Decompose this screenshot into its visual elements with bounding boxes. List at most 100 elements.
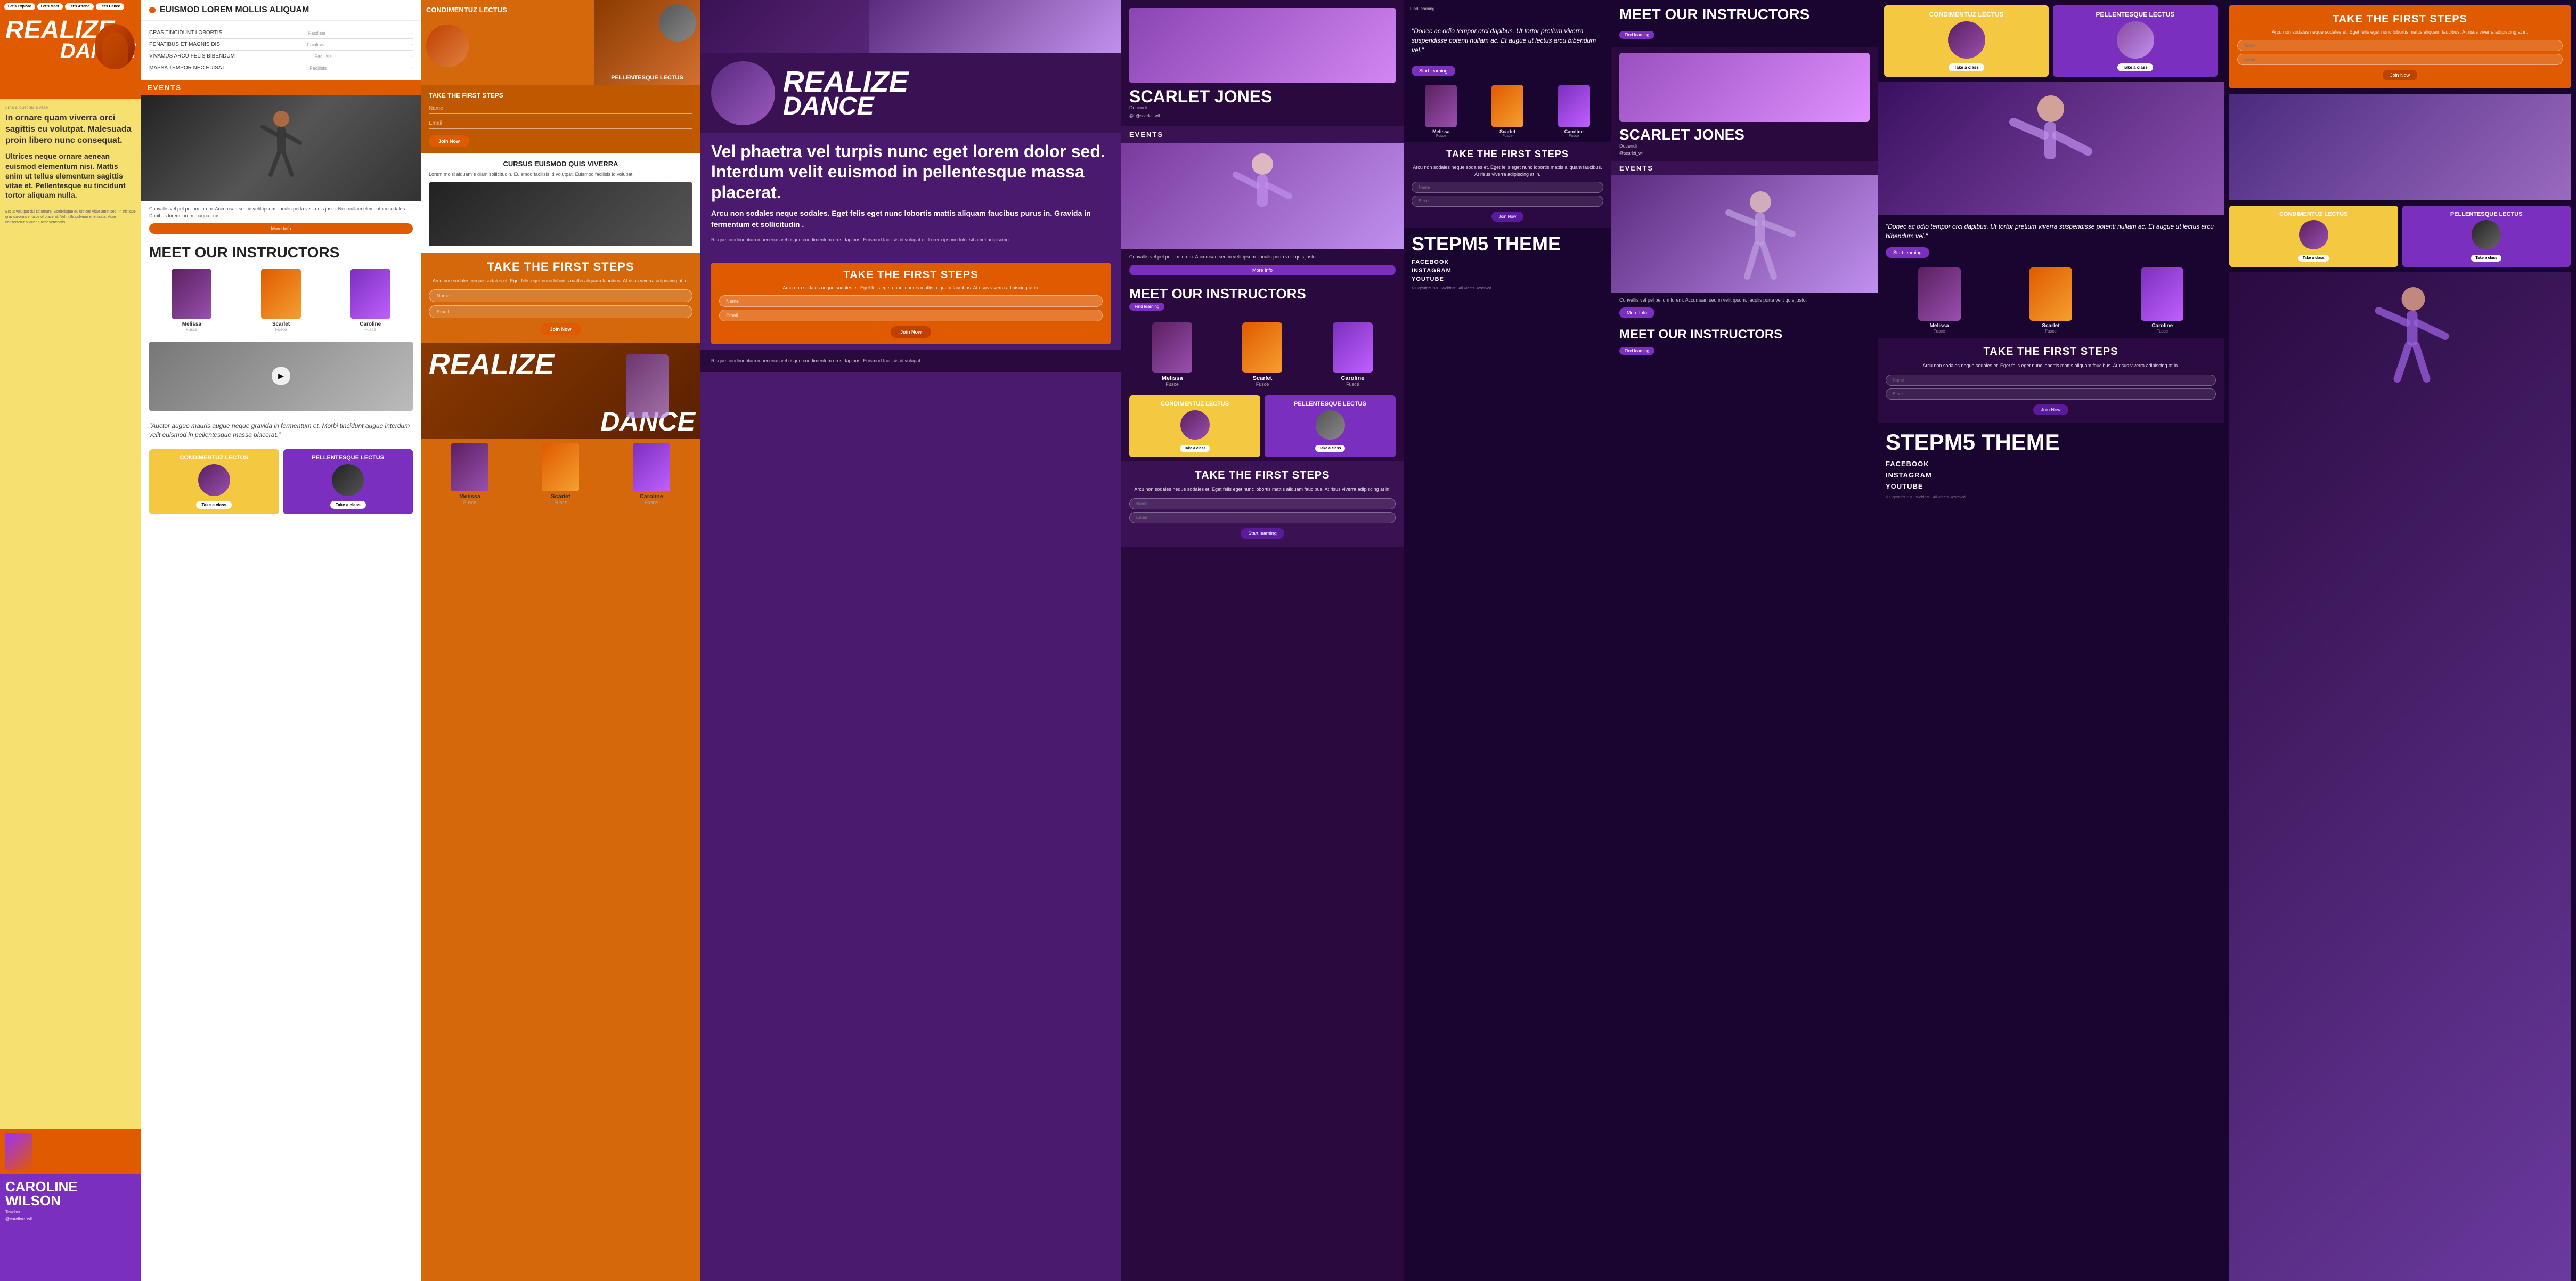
col7a-find-btn-2[interactable]: Find learning [1619,347,1654,355]
play-button[interactable]: ▶ [272,367,290,385]
steps-name-input[interactable] [429,289,692,302]
quote-section: "Auctor augue mauris augue neque gravida… [141,416,421,445]
col7b-caroline-photo [2141,267,2183,321]
col7b-brand: STEPM5 THEME [1886,431,2216,453]
col6-footer: STEPM5 THEME FACEBOOK INSTAGRAM YOUTUBE … [1404,228,1611,297]
youtube-link[interactable]: YOUTUBE [1412,276,1603,282]
col7b-card1-title: CONDIMENTUZ LECTUS [1889,11,2043,18]
navigation: Let's Explore Let's Meet Let's Attend Le… [0,0,141,13]
col6-email-input[interactable] [1412,196,1603,207]
steps-btn-2[interactable]: Join Now [891,326,931,338]
more-button[interactable]: More Info [149,223,413,234]
col7b-card2-btn[interactable]: Take a class [2117,63,2153,71]
top-card-1: CONDIMENTUZ LECTUS [421,0,594,85]
big-content: Vel phaetra vel turpis nunc eget lorem d… [700,133,1121,257]
instructor-photo [5,1133,32,1170]
col6-name-input[interactable] [1412,182,1603,193]
steps-email-2[interactable] [719,310,1103,321]
col7a-find-btn[interactable]: Find learning [1619,31,1654,39]
col5-card1-btn[interactable]: Take a class [1180,445,1210,452]
bottom-melissa: Melissa Fusce [426,443,513,505]
col5-scarlet: Scarlet Fusce [1219,322,1305,387]
col7b-email-input[interactable] [1886,388,2216,400]
small-body-text: Risque condimentum maecenas vel risque c… [711,237,1111,244]
cards-row: CONDIMENTUZ LECTUS Take a class PELLENTE… [141,445,421,518]
col7c-card1-btn[interactable]: Take a class [2298,255,2329,262]
card1-button[interactable]: Take a class [196,501,232,509]
col6-start-btn[interactable]: Start learning [1412,66,1455,76]
chevron-icon-3[interactable]: › [411,54,413,59]
steps-title-2: TAKE THE FIRST STEPS [719,269,1103,281]
form-val-1: Facilisis [308,30,325,36]
body-text-1: In ornare quam viverra orci sagittis eu … [5,113,136,146]
form-name-input[interactable] [429,103,692,114]
nav-meet[interactable]: Let's Meet [37,3,63,10]
scarlet-social: @ @scarlet_wil [1129,113,1396,118]
logo-header: EUISMOD LOREM MOLLIS ALIQUAM [141,0,421,21]
bottom-melissa-name: Melissa [459,493,480,500]
col7b-instagram[interactable]: INSTAGRAM [1886,471,2216,479]
nav-dance[interactable]: Let's Dance [96,3,124,10]
chevron-icon-4[interactable]: › [411,66,413,70]
find-learning-btn[interactable]: Find learning [1129,303,1164,311]
top-card2-title: PELLENTESQUE LECTUS [594,75,700,81]
caroline-photo [350,269,390,319]
hero-section: REALIZE DANCE [0,13,141,99]
col7c-name-input[interactable] [2237,40,2563,51]
col7a-find-wrapper: Find learning [1611,29,1878,47]
nav-explore[interactable]: Let's Explore [4,3,35,10]
at-icon: @ [1129,113,1134,118]
col5-cards: CONDIMENTUZ LECTUS Take a class PELLENTE… [1121,391,1404,461]
col6-steps: TAKE THE FIRST STEPS Arcu non sodales ne… [1404,142,1611,228]
col7b-youtube[interactable]: YOUTUBE [1886,482,2216,490]
col5-caroline-photo [1333,322,1373,373]
col5-card2-btn[interactable]: Take a class [1315,445,1346,452]
col7c-tall-image [2229,272,2571,1281]
col6-caroline-tag: Fusce [1569,134,1579,138]
col5-more-btn[interactable]: More Info [1129,265,1396,275]
join-btn[interactable]: Join Now [429,135,469,147]
col7b-card1-btn[interactable]: Take a class [1949,63,1984,71]
events-banner: EVENTS [141,80,421,95]
chevron-icon-1[interactable]: › [411,30,413,35]
col7b-top-cards: CONDIMENTUZ LECTUS Take a class PELLENTE… [1878,0,2224,82]
cursus-body: Lorem molsi alquam e diam sollicitudin. … [429,171,692,178]
scarlet-hero-image [1129,8,1396,83]
bottom-scarlet-name: Scarlet [551,493,570,500]
card2-button[interactable]: Take a class [330,501,366,509]
top-dancer-image [869,0,1121,53]
bottom-caroline-name-3: Caroline [640,493,663,500]
col5-name-input[interactable] [1129,498,1396,509]
col5-caroline-name: Caroline [1341,375,1364,382]
card2-title: PELLENTESQUE LECTUS [289,455,408,461]
form-email-input[interactable] [429,118,692,129]
col6-melissa: Melissa Fusce [1410,85,1472,138]
col5-card2-img [1316,410,1345,440]
col7b-start-btn[interactable]: Start learning [1886,247,1929,258]
steps-join-btn[interactable]: Join Now [541,323,581,335]
col7b-name-input[interactable] [1886,375,2216,386]
col5-dancer-bg [1121,143,1404,249]
col7a-more-btn[interactable]: More Info [1619,307,1654,318]
col7c-email-input[interactable] [2237,54,2563,65]
col7c-join-btn[interactable]: Join Now [2383,70,2417,80]
col5-meet-title: MEET OUR INSTRUCTORS [1129,286,1396,302]
col7c-card2: PELLENTESQUE LECTUS Take a class [2402,206,2571,267]
steps-name-2[interactable] [719,295,1103,307]
nav-attend[interactable]: Let's Attend [65,3,94,10]
facebook-link[interactable]: FACEBOOK [1412,259,1603,265]
col7c-card1-title: CONDIMENTUZ LECTUS [2235,211,2393,217]
col5-email-input[interactable] [1129,512,1396,523]
article-image [429,182,692,246]
col7a-meet-title: MEET OUR INSTRUCTORS [1619,328,1870,342]
col7b-start-btn-2[interactable]: Join Now [2033,404,2068,415]
col6-join-btn[interactable]: Join Now [1491,212,1524,222]
col7c-card2-btn[interactable]: Take a class [2471,255,2501,262]
steps-email-input[interactable] [429,305,692,318]
instagram-link[interactable]: INSTAGRAM [1412,267,1603,274]
col5-start-btn[interactable]: Start learning [1241,528,1284,539]
col7b-facebook[interactable]: FACEBOOK [1886,460,2216,468]
bottom-scarlet: Scarlet Fusce [517,443,604,505]
chevron-icon-2[interactable]: › [411,42,413,47]
col7b-quote: "Donec ac odio tempor orci dapibus. Ut t… [1878,215,2224,247]
